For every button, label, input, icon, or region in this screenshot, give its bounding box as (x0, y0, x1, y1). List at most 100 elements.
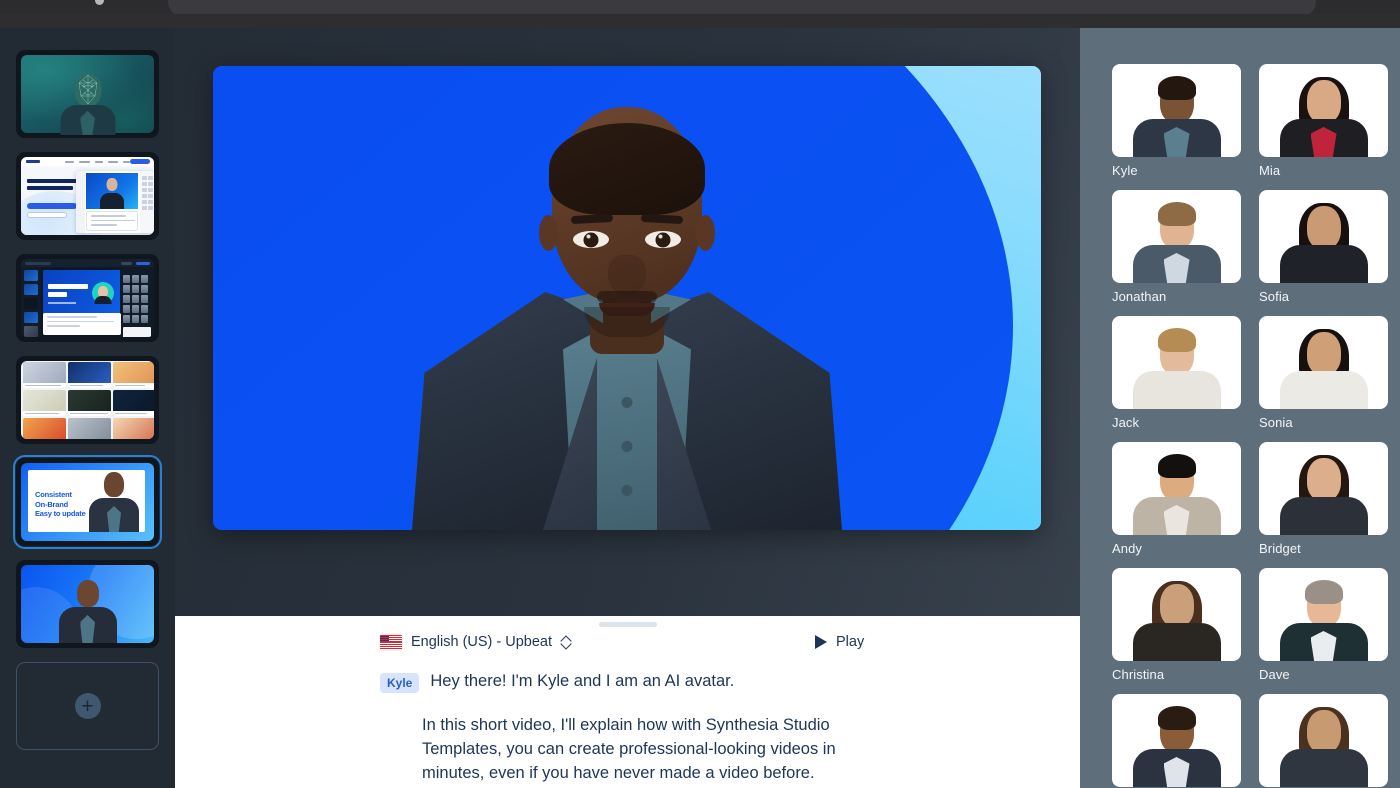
avatar-thumbnail[interactable] (1112, 64, 1241, 157)
us-flag-icon (380, 634, 402, 650)
avatar-card-10[interactable] (1112, 694, 1241, 788)
avatar-card-andy[interactable]: Andy (1112, 442, 1241, 556)
avatar-thumbnail[interactable] (1259, 568, 1388, 661)
script-paragraph-2: In this short video, I'll explain how wi… (422, 715, 836, 782)
avatar-hair (1157, 454, 1196, 478)
slide-thumbnail-6[interactable] (16, 560, 159, 648)
slide-thumbnail-1[interactable] (16, 50, 159, 138)
play-triangle-icon (815, 635, 827, 649)
face-mesh-icon (78, 74, 97, 105)
avatar-head (1306, 206, 1341, 249)
avatar-thumbnail[interactable] (1259, 442, 1388, 535)
slide-thumbnail-5[interactable]: Consistent On-Brand Easy to update (13, 455, 162, 549)
play-button[interactable]: Play (815, 634, 864, 650)
slide-3-editor-preview (21, 259, 154, 337)
slide-rail[interactable]: Consistent On-Brand Easy to update + (0, 28, 175, 788)
browser-back-icon[interactable] (95, 0, 104, 5)
avatar-label: Jack (1112, 415, 1140, 430)
shirt-button-2 (621, 441, 633, 452)
slide-5-text: Consistent On-Brand Easy to update (35, 490, 86, 518)
avatar-thumbnail[interactable] (1112, 316, 1241, 409)
avatar-card-bridget[interactable]: Bridget (1259, 442, 1388, 556)
script-toolbar: English (US) - Upbeat Play (175, 632, 1080, 662)
plus-icon: + (74, 693, 101, 719)
video-canvas[interactable] (213, 66, 1041, 530)
avatar-head (1306, 458, 1341, 501)
chevron-up-down-icon[interactable] (561, 635, 572, 650)
avatar-library[interactable]: Kyle Mia Jonathan Sofia Jack Sonia Andy Bridget… (1080, 28, 1400, 788)
slide-thumbnail-3[interactable] (16, 254, 159, 342)
avatar-head (1306, 710, 1341, 753)
nose (608, 255, 646, 295)
avatar-card-kyle[interactable]: Kyle (1112, 64, 1241, 178)
avatar-label: Kyle (1112, 163, 1138, 178)
slide-4-template-gallery (21, 361, 154, 439)
avatar-card-jack[interactable]: Jack (1112, 316, 1241, 430)
avatar-head (1306, 332, 1341, 375)
avatar-label: Andy (1112, 541, 1143, 556)
avatar-hair (1304, 580, 1343, 604)
avatar-thumbnail[interactable] (1112, 442, 1241, 535)
app-shell: Consistent On-Brand Easy to update + Eng… (0, 28, 1400, 788)
avatar-card-mia[interactable]: Mia (1259, 64, 1388, 178)
play-label: Play (836, 634, 865, 650)
ear-right (696, 215, 715, 251)
avatar-label: Jonathan (1112, 289, 1167, 304)
avatar-hair (1157, 328, 1196, 352)
shirt-button-3 (621, 485, 633, 496)
head (539, 107, 715, 337)
chrome-shade (0, 14, 1400, 28)
eye-right (645, 231, 681, 248)
avatar-hair (1157, 202, 1196, 226)
slide-2-website-preview (21, 157, 154, 235)
avatar-label: Bridget (1259, 541, 1301, 556)
panel-resize-handle[interactable] (598, 622, 657, 627)
shirt-button-1 (621, 397, 633, 408)
avatar-label: Christina (1112, 667, 1165, 682)
avatar-thumbnail[interactable] (1112, 568, 1241, 661)
script-panel: English (US) - Upbeat Play Kyle Hey ther… (175, 616, 1080, 788)
avatar-card-dave[interactable]: Dave (1259, 568, 1388, 682)
avatar-thumbnail[interactable] (1112, 190, 1241, 283)
avatar-label: Sonia (1259, 415, 1293, 430)
slide-6-background (21, 565, 154, 643)
language-label: English (US) - Upbeat (411, 634, 553, 650)
script-line-1-text: Hey there! I'm Kyle and I am an AI avata… (430, 672, 735, 690)
avatar-grid: Kyle Mia Jonathan Sofia Jack Sonia Andy Bridget… (1112, 64, 1400, 788)
slide-thumbnail-2[interactable] (16, 152, 159, 240)
avatar-thumbnail[interactable] (1259, 694, 1388, 787)
avatar-card-jonathan[interactable]: Jonathan (1112, 190, 1241, 304)
avatar-card-sofia[interactable]: Sofia (1259, 190, 1388, 304)
avatar-thumbnail[interactable] (1259, 316, 1388, 409)
avatar-label: Sofia (1259, 289, 1290, 304)
slide-1-figure (60, 72, 116, 135)
hair (549, 123, 705, 215)
browser-tabstrip[interactable] (0, 0, 1400, 16)
script-line-1: Kyle Hey there! I'm Kyle and I am an AI … (380, 670, 1080, 694)
avatar-label: Mia (1259, 163, 1281, 178)
avatar-card-christina[interactable]: Christina (1112, 568, 1241, 682)
avatar-head (1159, 584, 1194, 627)
slide-thumbnail-4[interactable] (16, 356, 159, 444)
script-text-area[interactable]: Kyle Hey there! I'm Kyle and I am an AI … (175, 670, 1080, 786)
avatar-hair (1157, 76, 1196, 100)
add-slide-button[interactable]: + (16, 662, 159, 750)
avatar-thumbnail[interactable] (1259, 190, 1388, 283)
slide-5-background: Consistent On-Brand Easy to update (21, 463, 154, 541)
browser-chrome (0, 0, 1400, 28)
avatar-hair (1157, 706, 1196, 730)
ear-left (539, 215, 558, 251)
eye-left (573, 231, 609, 248)
moustache (597, 291, 657, 303)
presenter-avatar[interactable] (412, 85, 842, 530)
avatar-thumbnail[interactable] (1112, 694, 1241, 787)
eyebrow-left (570, 213, 614, 225)
avatar-label: Dave (1259, 667, 1290, 682)
language-voice-selector[interactable]: English (US) - Upbeat (380, 634, 572, 650)
eyebrow-right (640, 213, 684, 225)
avatar-thumbnail[interactable] (1259, 64, 1388, 157)
avatar-card-11[interactable] (1259, 694, 1388, 788)
avatar-card-sonia[interactable]: Sonia (1259, 316, 1388, 430)
avatar-head (1306, 80, 1341, 123)
speaker-badge[interactable]: Kyle (380, 673, 420, 694)
